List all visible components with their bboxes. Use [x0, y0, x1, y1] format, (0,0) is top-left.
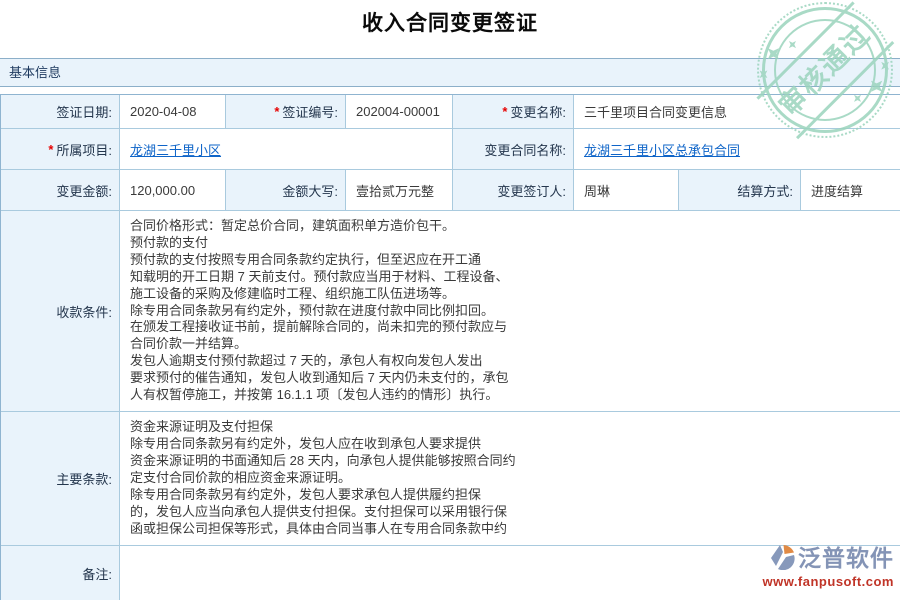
- label-change-contract: 变更合同名称:: [453, 129, 574, 170]
- label-payment-terms: 收款条件:: [1, 211, 120, 412]
- required-asterisk: *: [502, 104, 507, 119]
- value-project: 龙湖三千里小区: [120, 129, 453, 170]
- value-sign-no: 202004-00001: [346, 95, 453, 129]
- label-sign-date: 签证日期:: [1, 95, 120, 129]
- basic-info-table: 签证日期: 2020-04-08 * 签证编号: 202004-00001 * …: [0, 94, 900, 600]
- label-amount-caps: 金额大写:: [226, 170, 346, 211]
- label-remark: 备注:: [1, 546, 120, 600]
- fanpu-logo-icon: [769, 543, 795, 570]
- contract-change-visa-page: 收入合同变更签证 基本信息 签证日期: 2020-04-08 * 签证编号: 2…: [0, 0, 900, 600]
- value-signer: 周琳: [574, 170, 679, 211]
- fanpu-site-url: www.fanpusoft.com: [762, 574, 894, 589]
- label-change-amount: 变更金额:: [1, 170, 120, 211]
- fanpu-watermark: 泛普软件 www.fanpusoft.com: [762, 539, 894, 589]
- section-header-basic-info: 基本信息: [0, 58, 900, 87]
- label-sign-no: * 签证编号:: [226, 95, 346, 129]
- required-asterisk: *: [48, 142, 53, 157]
- value-settle-method: 进度结算: [801, 170, 900, 211]
- project-link[interactable]: 龙湖三千里小区: [130, 140, 221, 159]
- label-settle-method: 结算方式:: [679, 170, 801, 211]
- label-main-terms: 主要条款:: [1, 412, 120, 546]
- value-main-terms: 资金来源证明及支付担保 除专用合同条款另有约定外，发包人应在收到承包人要求提供 …: [120, 412, 900, 546]
- page-title: 收入合同变更签证: [0, 7, 900, 37]
- value-change-name: 三千里项目合同变更信息: [574, 95, 900, 129]
- label-signer: 变更签订人:: [453, 170, 574, 211]
- label-project: * 所属项目:: [1, 129, 120, 170]
- section-header-label: 基本信息: [0, 59, 61, 86]
- value-payment-terms: 合同价格形式：暂定总价合同，建筑面积单方造价包干。 预付款的支付 预付款的支付按…: [120, 211, 900, 412]
- value-amount-caps: 壹拾贰万元整: [346, 170, 453, 211]
- value-sign-date: 2020-04-08: [120, 95, 226, 129]
- label-change-name: * 变更名称:: [453, 95, 574, 129]
- star-icon: [785, 37, 799, 51]
- change-contract-link[interactable]: 龙湖三千里小区总承包合同: [584, 140, 740, 159]
- value-change-contract: 龙湖三千里小区总承包合同: [574, 129, 900, 170]
- fanpu-brand-text: 泛普软件: [798, 539, 894, 573]
- required-asterisk: *: [274, 104, 279, 119]
- value-change-amount: 120,000.00: [120, 170, 226, 211]
